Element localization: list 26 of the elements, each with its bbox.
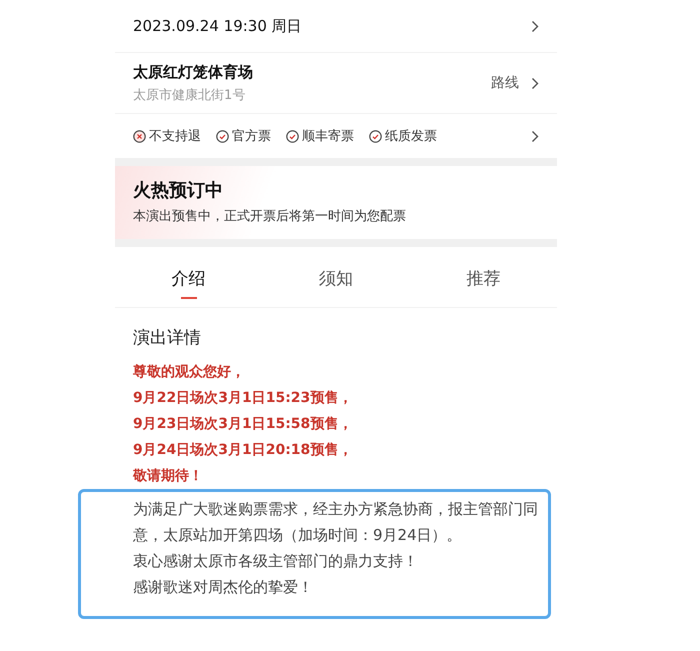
notice-line: 9月22日场次3月1日15:23预售， xyxy=(133,389,354,408)
highlight-paragraph: 为满足广大歌迷购票需求，经主办方紧急协商，报主管部门同意，太原站加开第四场（加场时间：9月24日）。 xyxy=(133,499,539,546)
section-heading: 演出详情 xyxy=(133,327,202,349)
tab[interactable]: 介绍 xyxy=(115,247,262,307)
service-label: 官方票 xyxy=(232,128,271,145)
venue-address: 太原市健康北街1号 xyxy=(133,86,246,104)
highlight-paragraph: 衷心感谢太原市各级主管部门的鼎力支持！ xyxy=(133,551,419,572)
notice-line: 尊敬的观众您好， xyxy=(133,363,246,382)
venue-name: 太原红灯笼体育场 xyxy=(133,62,253,82)
session-datetime: 2023.09.24 19:30 周日 xyxy=(133,16,302,36)
presale-title: 火热预订中 xyxy=(133,179,224,202)
active-tab-indicator xyxy=(180,297,197,299)
chevron-icon xyxy=(531,20,539,32)
presale-note: 本演出预售中，正式开票后将第一时间为您配票 xyxy=(133,208,407,225)
service-label: 不支持退 xyxy=(149,128,201,145)
chevron-icon xyxy=(531,76,539,90)
tab[interactable]: 须知 xyxy=(262,247,410,307)
service-label: 纸质发票 xyxy=(385,128,437,145)
chevron-icon xyxy=(531,130,539,142)
notice-line: 敬请期待！ xyxy=(133,467,204,486)
route-link[interactable]: 路线 xyxy=(491,74,519,92)
tab[interactable]: 推荐 xyxy=(410,247,557,307)
service-label: 顺丰寄票 xyxy=(302,128,354,145)
notice-line: 9月24日场次3月1日20:18预售， xyxy=(133,441,354,460)
highlight-paragraph: 感谢歌迷对周杰伦的挚爱！ xyxy=(133,577,314,598)
notice-line: 9月23日场次3月1日15:58预售， xyxy=(133,415,354,434)
